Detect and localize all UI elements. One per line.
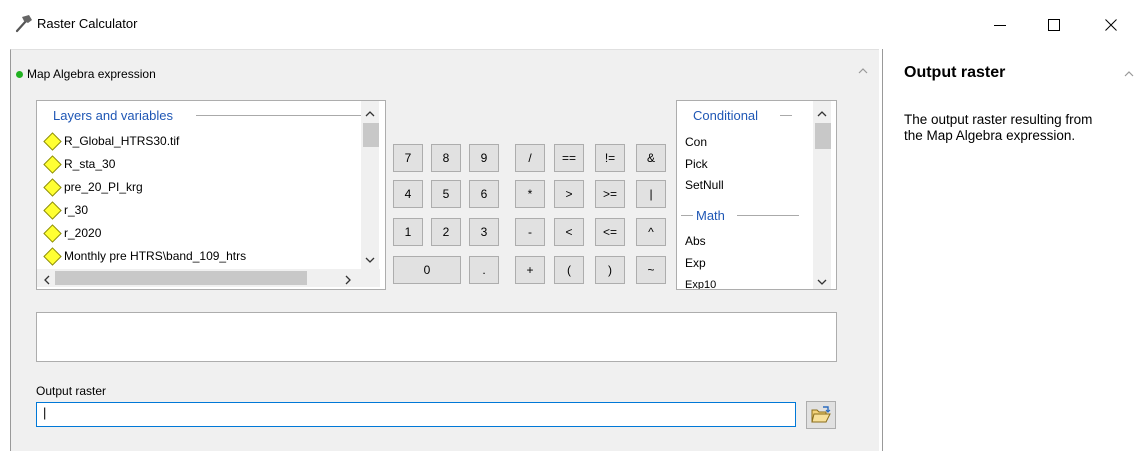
chevron-right-icon[interactable] bbox=[345, 274, 352, 288]
minimize-icon bbox=[994, 24, 1006, 26]
close-button[interactable] bbox=[1088, 0, 1134, 49]
open-folder-icon bbox=[811, 406, 831, 423]
help-title: Output raster bbox=[904, 64, 1006, 81]
minimize-button[interactable] bbox=[977, 0, 1023, 49]
layer-item[interactable]: pre_20_PI_krg bbox=[43, 176, 143, 198]
output-raster-label: Output raster bbox=[36, 384, 107, 398]
key-or[interactable]: | bbox=[636, 180, 666, 208]
key-4[interactable]: 4 bbox=[393, 180, 423, 208]
yellow-diamond-icon bbox=[43, 131, 62, 151]
layer-item[interactable]: r_2020 bbox=[43, 222, 101, 244]
key-7[interactable]: 7 bbox=[393, 144, 423, 172]
function-item[interactable]: Exp10 bbox=[685, 279, 716, 289]
key-3[interactable]: 3 bbox=[469, 218, 499, 246]
layer-item-label: r_2020 bbox=[64, 226, 102, 240]
key-8[interactable]: 8 bbox=[431, 144, 461, 172]
maximize-icon bbox=[1048, 18, 1060, 31]
output-raster-input[interactable]: | bbox=[36, 402, 796, 427]
key-not[interactable]: ~ bbox=[636, 256, 666, 284]
functions-group-divider bbox=[681, 215, 693, 216]
key-1[interactable]: 1 bbox=[393, 218, 423, 246]
key-plus[interactable]: + bbox=[515, 256, 545, 284]
key-decimal[interactable]: . bbox=[469, 256, 499, 284]
key-open-paren[interactable]: ( bbox=[554, 256, 584, 284]
layers-horizontal-scroll-thumb[interactable] bbox=[55, 271, 307, 285]
layers-header-divider bbox=[196, 115, 361, 116]
key-equal[interactable]: == bbox=[554, 144, 584, 172]
key-greater[interactable]: > bbox=[554, 180, 584, 208]
key-and[interactable]: & bbox=[636, 144, 666, 172]
key-9[interactable]: 9 bbox=[469, 144, 499, 172]
functions-group-divider bbox=[737, 215, 799, 216]
hammer-icon bbox=[13, 14, 33, 34]
close-icon bbox=[1105, 18, 1117, 31]
expression-label: Map Algebra expression bbox=[27, 67, 156, 81]
chevron-down-icon[interactable] bbox=[817, 275, 827, 289]
functions-group-header: Math bbox=[696, 208, 725, 223]
function-item[interactable]: Exp bbox=[685, 256, 706, 270]
functions-group-header: Conditional bbox=[693, 108, 759, 123]
yellow-diamond-icon bbox=[43, 223, 62, 243]
layer-item-label: Monthly pre HTRS\band_109_htrs bbox=[64, 249, 247, 263]
layers-header: Layers and variables bbox=[53, 108, 173, 123]
yellow-diamond-icon bbox=[43, 154, 62, 174]
function-item[interactable]: SetNull bbox=[685, 178, 724, 192]
text-cursor: | bbox=[43, 405, 47, 420]
help-panel bbox=[882, 49, 1142, 451]
key-5[interactable]: 5 bbox=[431, 180, 461, 208]
maximize-button[interactable] bbox=[1031, 0, 1077, 49]
chevron-up-icon[interactable] bbox=[817, 106, 827, 120]
key-minus[interactable]: - bbox=[515, 218, 545, 246]
layer-item[interactable]: R_Global_HTRS30.tif bbox=[43, 130, 179, 152]
key-6[interactable]: 6 bbox=[469, 180, 499, 208]
functions-vertical-scroll-thumb[interactable] bbox=[815, 123, 831, 149]
yellow-diamond-icon bbox=[43, 177, 62, 197]
function-item[interactable]: Pick bbox=[685, 157, 708, 171]
layer-item[interactable]: Monthly pre HTRS\band_109_htrs bbox=[43, 245, 246, 267]
key-greater-equal[interactable]: >= bbox=[595, 180, 625, 208]
function-item[interactable]: Abs bbox=[685, 234, 706, 248]
layers-vertical-scroll-thumb[interactable] bbox=[363, 123, 379, 147]
help-body: The output raster resulting from the Map… bbox=[904, 112, 1093, 143]
help-scroll-up-icon[interactable] bbox=[1124, 66, 1134, 80]
layer-item-label: pre_20_PI_krg bbox=[64, 180, 143, 194]
chevron-down-icon[interactable] bbox=[365, 253, 375, 267]
expression-textarea[interactable] bbox=[36, 312, 837, 362]
layer-item[interactable]: r_30 bbox=[43, 199, 88, 221]
layer-item-label: R_sta_30 bbox=[64, 157, 116, 171]
functions-group-divider bbox=[780, 115, 792, 116]
browse-button[interactable] bbox=[806, 401, 836, 429]
key-not-equal[interactable]: != bbox=[595, 144, 625, 172]
key-close-paren[interactable]: ) bbox=[595, 256, 625, 284]
chevron-up-icon[interactable] bbox=[365, 106, 375, 120]
key-xor[interactable]: ^ bbox=[636, 218, 666, 246]
chevron-left-icon[interactable] bbox=[43, 274, 50, 288]
key-divide[interactable]: / bbox=[515, 144, 545, 172]
layer-item[interactable]: R_sta_30 bbox=[43, 153, 115, 175]
key-2[interactable]: 2 bbox=[431, 218, 461, 246]
layer-item-label: r_30 bbox=[64, 203, 89, 217]
panel-scroll-up-icon[interactable] bbox=[858, 66, 868, 77]
key-0[interactable]: 0 bbox=[393, 256, 461, 284]
layer-item-label: R_Global_HTRS30.tif bbox=[64, 134, 180, 148]
valid-status-icon bbox=[16, 71, 23, 78]
function-item[interactable]: Con bbox=[685, 135, 707, 149]
key-less-equal[interactable]: <= bbox=[595, 218, 625, 246]
title-bar bbox=[0, 0, 1142, 49]
yellow-diamond-icon bbox=[43, 200, 62, 220]
key-less[interactable]: < bbox=[554, 218, 584, 246]
window-title: Raster Calculator bbox=[37, 16, 138, 31]
key-multiply[interactable]: * bbox=[515, 180, 545, 208]
yellow-diamond-icon bbox=[43, 246, 62, 266]
